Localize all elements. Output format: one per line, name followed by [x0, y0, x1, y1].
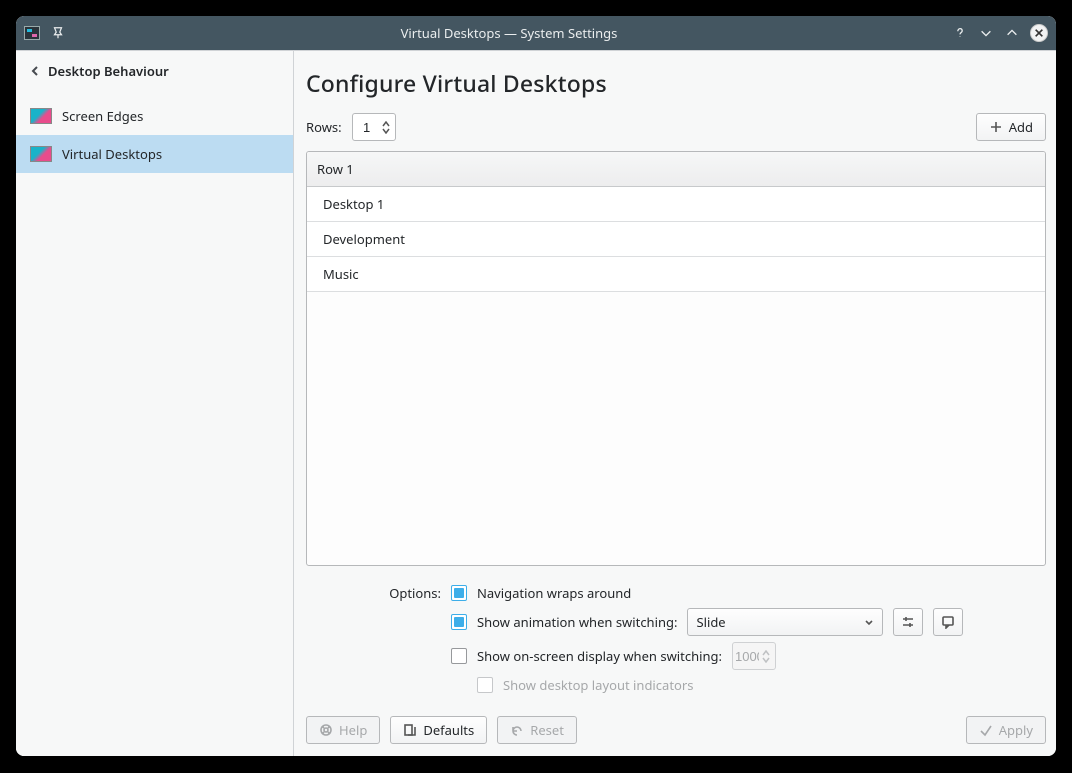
screen-edges-icon [30, 108, 52, 124]
checkbox-show-osd[interactable] [451, 648, 467, 664]
page-title: Configure Virtual Desktops [306, 61, 1046, 113]
show-osd-label: Show on-screen display when switching: [477, 647, 722, 665]
sidebar: Desktop Behaviour Screen Edges Virtual D… [16, 51, 294, 756]
layout-indicators-label: Show desktop layout indicators [503, 676, 693, 694]
apply-button-label: Apply [999, 721, 1033, 739]
checkbox-layout-indicators [477, 677, 493, 693]
chevron-up-icon[interactable] [1004, 25, 1020, 41]
content: Configure Virtual Desktops Rows: Add [294, 51, 1056, 756]
animation-info-button[interactable] [933, 608, 963, 636]
osd-duration-value [733, 649, 761, 664]
desktops-table: Row 1 Desktop 1 Development Music [306, 151, 1046, 566]
pin-icon[interactable] [50, 25, 66, 41]
rows-value[interactable] [353, 120, 381, 135]
checkbox-show-animation[interactable] [451, 614, 467, 630]
footer: Help Defaults Reset [306, 716, 1046, 744]
add-button-label: Add [1009, 118, 1033, 136]
reset-button-label: Reset [530, 721, 564, 739]
help-button[interactable]: Help [306, 716, 380, 744]
sidebar-item-label: Screen Edges [62, 107, 143, 125]
sidebar-item-label: Virtual Desktops [62, 145, 162, 163]
show-animation-label: Show animation when switching: [477, 613, 677, 631]
table-row[interactable]: Desktop 1 [307, 187, 1045, 222]
sidebar-back-button[interactable]: Desktop Behaviour [16, 51, 293, 91]
animation-select[interactable]: Slide [687, 608, 883, 636]
virtual-desktops-icon [30, 146, 52, 162]
defaults-icon [403, 723, 417, 737]
sidebar-list: Screen Edges Virtual Desktops [16, 91, 293, 173]
rows-spinbox[interactable] [352, 113, 396, 141]
window-body: Desktop Behaviour Screen Edges Virtual D… [16, 50, 1056, 756]
defaults-button[interactable]: Defaults [390, 716, 487, 744]
table-header: Row 1 [307, 152, 1045, 187]
options-panel: Options: Navigation wraps around . Show … [306, 578, 1046, 700]
spin-arrows[interactable] [381, 121, 395, 134]
help-lifebuoy-icon [319, 723, 333, 737]
sidebar-item-virtual-desktops[interactable]: Virtual Desktops [16, 135, 293, 173]
apply-button[interactable]: Apply [966, 716, 1046, 744]
reset-button[interactable]: Reset [497, 716, 577, 744]
help-button-label: Help [339, 721, 367, 739]
rows-toolbar: Rows: Add [306, 113, 1046, 141]
checkbox-nav-wraps[interactable] [451, 585, 467, 601]
app-icon [24, 25, 40, 41]
table-row[interactable]: Music [307, 257, 1045, 292]
sidebar-back-label: Desktop Behaviour [48, 62, 169, 80]
nav-wraps-label: Navigation wraps around [477, 584, 631, 602]
options-label: Options: [306, 584, 441, 602]
sidebar-item-screen-edges[interactable]: Screen Edges [16, 97, 293, 135]
undo-icon [510, 723, 524, 737]
table-row[interactable]: Development [307, 222, 1045, 257]
rows-label: Rows: [306, 118, 342, 136]
osd-duration-spinbox [732, 642, 776, 670]
spin-arrows [761, 650, 775, 663]
close-button[interactable] [1030, 24, 1048, 42]
chevron-down-icon[interactable] [978, 25, 994, 41]
help-icon[interactable] [952, 25, 968, 41]
animation-configure-button[interactable] [893, 608, 923, 636]
titlebar: Virtual Desktops — System Settings [16, 16, 1056, 50]
animation-select-value: Slide [696, 613, 725, 631]
window-title: Virtual Desktops — System Settings [66, 24, 952, 42]
defaults-button-label: Defaults [423, 721, 474, 739]
window: Virtual Desktops — System Settings Deskt… [16, 16, 1056, 756]
add-button[interactable]: Add [976, 113, 1046, 141]
check-icon [979, 723, 993, 737]
plus-icon [989, 120, 1003, 134]
